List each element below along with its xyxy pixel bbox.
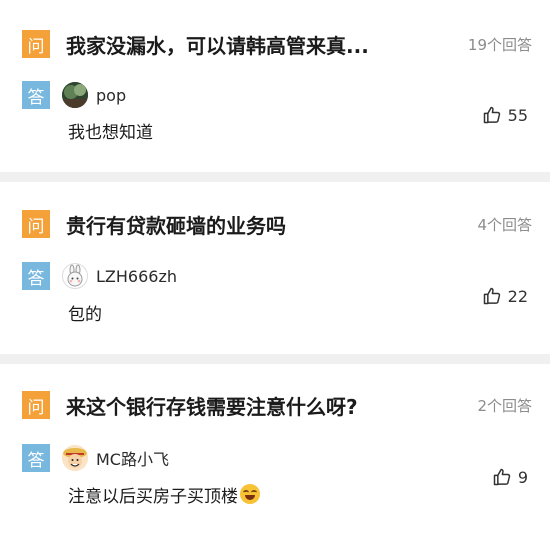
answer-content: 注意以后买房子买顶楼 (68, 486, 238, 507)
thumbs-up-icon (493, 468, 511, 486)
answer-header: 答 MC路小飞 (22, 444, 169, 472)
bunny-avatar-icon[interactable] (62, 263, 88, 289)
qa-feed: 问 我家没漏水，可以请韩高管来真... 19个回答 答 pop 我也想知道 55… (0, 0, 550, 545)
answer-header: 答 pop (22, 81, 126, 109)
answer-content: 包的 (68, 304, 102, 325)
username[interactable]: pop (96, 86, 126, 105)
qa-card[interactable]: 问 我家没漏水，可以请韩高管来真... 19个回答 答 pop 我也想知道 55 (0, 0, 550, 172)
question-row[interactable]: 问 我家没漏水，可以请韩高管来真... 19个回答 (22, 30, 532, 58)
answer-count[interactable]: 19个回答 (468, 34, 532, 55)
question-row[interactable]: 问 来这个银行存钱需要注意什么呀? 2个回答 (22, 391, 532, 419)
question-badge: 问 (22, 30, 50, 58)
cartoon-pirate-avatar-icon[interactable] (62, 445, 88, 471)
qa-card[interactable]: 问 来这个银行存钱需要注意什么呀? 2个回答 答 MC路小飞 注意以后买房子买顶… (0, 364, 550, 545)
question-title[interactable]: 来这个银行存钱需要注意什么呀? (66, 391, 467, 420)
username[interactable]: MC路小飞 (96, 446, 169, 470)
nature-photo-avatar-icon[interactable] (62, 82, 88, 108)
answer-text[interactable]: 包的 (68, 300, 102, 325)
like-count: 9 (517, 467, 528, 487)
qa-card[interactable]: 问 贵行有贷款砸墙的业务吗 4个回答 答 LZH666zh 包的 22 (0, 182, 550, 354)
question-title[interactable]: 我家没漏水，可以请韩高管来真... (66, 30, 458, 59)
like-count: 55 (507, 105, 528, 125)
answer-header: 答 LZH666zh (22, 262, 177, 290)
answer-badge: 答 (22, 262, 50, 290)
thumbs-up-icon (483, 287, 500, 305)
answer-badge: 答 (22, 81, 50, 109)
thumbs-up-icon (483, 106, 500, 124)
answer-count[interactable]: 2个回答 (477, 395, 532, 416)
answer-text[interactable]: 注意以后买房子买顶楼 (68, 482, 260, 507)
question-badge: 问 (22, 210, 50, 238)
answer-content: 我也想知道 (68, 122, 153, 143)
username[interactable]: LZH666zh (96, 267, 177, 286)
answer-badge: 答 (22, 444, 50, 472)
like-count: 22 (507, 286, 528, 306)
like-button[interactable]: 55 (482, 105, 528, 125)
answer-count[interactable]: 4个回答 (477, 214, 532, 235)
question-title[interactable]: 贵行有贷款砸墙的业务吗 (66, 210, 467, 239)
like-button[interactable]: 22 (482, 286, 528, 306)
question-row[interactable]: 问 贵行有贷款砸墙的业务吗 4个回答 (22, 210, 532, 238)
answer-text[interactable]: 我也想知道 (68, 118, 153, 143)
question-badge: 问 (22, 391, 50, 419)
like-button[interactable]: 9 (492, 467, 528, 487)
laughing-tears-emoji-icon (240, 484, 260, 504)
